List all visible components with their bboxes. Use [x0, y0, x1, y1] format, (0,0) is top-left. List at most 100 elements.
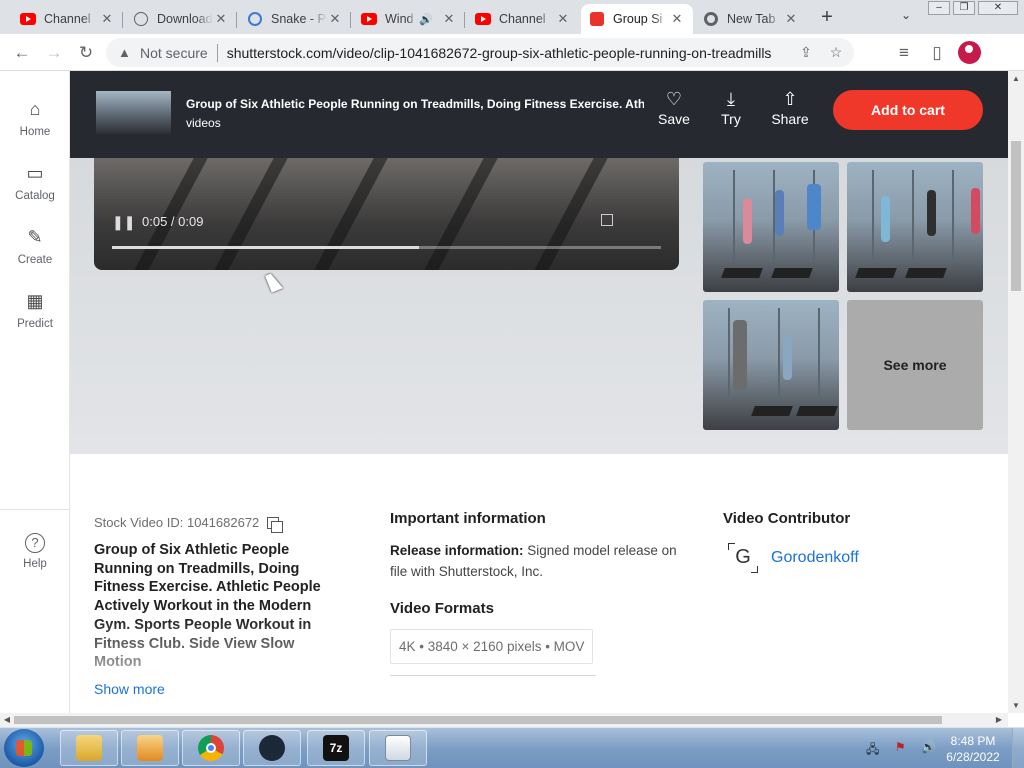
reload-button[interactable]: ↻	[74, 41, 98, 65]
tab-close-icon[interactable]: ✕	[327, 11, 343, 27]
scroll-left-icon[interactable]: ◀	[0, 713, 14, 727]
taskbar-notepad[interactable]	[369, 730, 427, 766]
try-button[interactable]: ⤓ Try	[707, 89, 755, 127]
scroll-down-icon[interactable]: ▼	[1008, 701, 1024, 710]
rail-label: Help	[23, 558, 47, 570]
clock-date: 6/28/2022	[946, 750, 1000, 764]
tab-wind[interactable]: Wind 🔊 ✕	[353, 4, 465, 34]
video-progress-bar[interactable]	[112, 246, 661, 249]
related-thumbnail-3[interactable]	[703, 300, 839, 430]
clip-title: Group of Six Athletic People Running on …	[186, 97, 644, 111]
rail-item-catalog[interactable]: ▭ Catalog	[0, 163, 70, 202]
maximize-button[interactable]: ❐	[953, 1, 975, 15]
rail-item-home[interactable]: ⌂ Home	[0, 99, 70, 138]
fullscreen-icon[interactable]	[601, 214, 613, 226]
contributor-link[interactable]: Gorodenkoff	[771, 549, 859, 567]
tab-close-icon[interactable]: ✕	[555, 11, 571, 27]
rail-label: Home	[19, 126, 51, 138]
back-button[interactable]: ←	[10, 41, 34, 65]
new-tab-button[interactable]: +	[815, 6, 839, 30]
volume-icon[interactable]: 🔊	[921, 740, 936, 761]
pause-button[interactable]: ❚❚	[112, 214, 135, 231]
video-formats-heading: Video Formats	[390, 600, 494, 617]
network-icon[interactable]: 🖧	[866, 740, 879, 761]
tab-new-tab[interactable]: New Tab ✕	[695, 4, 807, 34]
scrollbar-thumb[interactable]	[1011, 141, 1021, 291]
tab-shutterstock[interactable]: Group Si ✕	[581, 4, 693, 34]
taskbar-media-player[interactable]	[121, 730, 179, 766]
see-more-button[interactable]: See more	[847, 300, 983, 430]
taskbar-7zip[interactable]: 7z	[307, 730, 365, 766]
url-text[interactable]: shutterstock.com/video/clip-1041682672-g…	[227, 45, 794, 61]
audio-playing-icon[interactable]: 🔊	[419, 13, 433, 26]
tab-close-icon[interactable]: ✕	[441, 11, 457, 27]
heart-icon: ♡	[665, 89, 683, 109]
system-clock[interactable]: 8:48 PM 6/28/2022	[940, 733, 1006, 765]
tab-close-icon[interactable]: ✕	[669, 11, 685, 27]
rail-label: Predict	[17, 318, 53, 330]
save-label: Save	[658, 111, 690, 127]
warning-icon[interactable]: ▲	[118, 45, 134, 60]
add-to-cart-button[interactable]: Add to cart	[833, 90, 983, 130]
grid-icon: ▦	[26, 291, 44, 311]
video-time: 0:05 / 0:09	[142, 214, 204, 229]
taskbar-chrome[interactable]	[182, 730, 240, 766]
tab-search-button[interactable]: ⌄	[896, 8, 916, 28]
sticky-header: Group of Six Athletic People Running on …	[70, 71, 1008, 158]
rail-item-help[interactable]: ? Help	[0, 531, 70, 570]
vertical-scrollbar[interactable]: ▲ ▼	[1008, 71, 1024, 713]
minimize-button[interactable]: –	[928, 1, 950, 15]
profile-avatar[interactable]	[958, 41, 981, 64]
copy-icon[interactable]	[267, 516, 284, 533]
tab-title: Download	[157, 12, 213, 26]
tab-close-icon[interactable]: ✕	[213, 11, 229, 27]
share-page-icon[interactable]: ⇪	[794, 44, 818, 61]
tab-title: New Tab	[727, 12, 776, 26]
side-panel-icon[interactable]: ▯	[925, 41, 949, 65]
taskbar-explorer[interactable]	[60, 730, 118, 766]
home-icon: ⌂	[29, 99, 41, 119]
rail-label: Create	[17, 254, 53, 266]
media-control-icon[interactable]: ≡	[892, 41, 916, 65]
document-icon	[385, 735, 411, 761]
youtube-icon	[361, 11, 377, 27]
scroll-up-icon[interactable]: ▲	[1008, 74, 1024, 83]
taskbar-steam[interactable]	[243, 730, 301, 766]
format-option[interactable]: 4K • 3840 × 2160 pixels • MOV	[390, 629, 594, 664]
globe-icon	[133, 11, 149, 27]
rail-item-predict[interactable]: ▦ Predict	[0, 291, 70, 330]
show-more-link[interactable]: Show more	[94, 681, 165, 697]
security-label[interactable]: Not secure	[140, 45, 208, 61]
address-bar[interactable]: ▲ Not secure shutterstock.com/video/clip…	[106, 38, 854, 67]
tab-channel-2[interactable]: Channel ✕	[467, 4, 579, 34]
close-window-button[interactable]: ✕	[978, 1, 1018, 15]
bookmark-star-icon[interactable]: ☆	[824, 44, 848, 61]
scroll-right-icon[interactable]: ▶	[992, 713, 1006, 727]
start-button[interactable]	[4, 729, 44, 767]
left-rail: ⌂ Home ▭ Catalog ✎ Create ▦ Predict ? He…	[0, 71, 70, 713]
related-thumbnail-1[interactable]	[703, 162, 839, 292]
steam-icon	[259, 735, 285, 761]
tab-title: Snake - P	[271, 12, 326, 26]
tab-snake[interactable]: Snake - P ✕	[239, 4, 351, 34]
stock-id-text: Stock Video ID: 1041682672	[94, 515, 260, 530]
scrollbar-thumb[interactable]	[14, 716, 942, 724]
action-center-icon[interactable]: ⚑	[895, 740, 906, 761]
video-player[interactable]: ❚❚ 0:05 / 0:09	[94, 158, 679, 270]
tab-close-icon[interactable]: ✕	[783, 11, 799, 27]
show-desktop-button[interactable]	[1012, 728, 1024, 768]
rail-label: Catalog	[15, 190, 55, 202]
tab-strip: Channel ✕ Download ✕ Snake - P ✕ Wind 🔊 …	[0, 0, 1024, 34]
related-thumbnail-2[interactable]	[847, 162, 983, 292]
help-icon: ?	[0, 531, 70, 555]
forward-button[interactable]: →	[42, 41, 66, 65]
horizontal-scrollbar[interactable]: ◀ ▶	[0, 713, 1008, 727]
save-button[interactable]: ♡ Save	[650, 89, 698, 127]
system-tray: 🖧 ⚑ 🔊	[866, 740, 936, 761]
rail-item-create[interactable]: ✎ Create	[0, 227, 70, 266]
tab-close-icon[interactable]: ✕	[99, 11, 115, 27]
tab-channel-1[interactable]: Channel ✕	[12, 4, 123, 34]
catalog-icon: ▭	[26, 163, 44, 183]
share-button[interactable]: ⇧ Share	[766, 89, 814, 127]
tab-download[interactable]: Download ✕	[125, 4, 237, 34]
